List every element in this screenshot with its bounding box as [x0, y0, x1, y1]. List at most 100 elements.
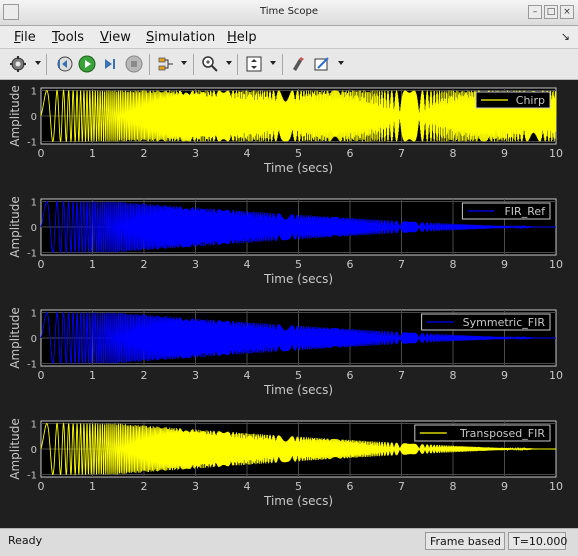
panel-1-xtick-label: 6	[347, 147, 354, 160]
toolbar	[0, 48, 578, 80]
frame-mode-cell: Frame based	[425, 532, 505, 550]
toolbar-separator	[237, 54, 238, 75]
close-icon[interactable]: ×	[560, 5, 574, 19]
panel-2-ytick-label: 1	[31, 198, 37, 209]
panel-3-xtick-label: 10	[549, 369, 563, 382]
panel-3-xtick-label: 8	[450, 369, 457, 382]
panel-3-xlabel: Time (secs)	[263, 383, 333, 397]
gear-icon[interactable]	[8, 54, 28, 74]
panel-2-xtick-label: 3	[192, 258, 199, 271]
panel-3-xtick-label: 4	[244, 369, 251, 382]
panel-2-ytick-label: 0	[31, 223, 37, 234]
status-bar: Ready Frame based T=10.000	[0, 528, 578, 556]
panel-4-ytick-label: 1	[31, 420, 37, 431]
panel-4-xtick-label: 10	[549, 480, 563, 493]
panel-3-ytick-label: 0	[31, 334, 37, 345]
chevron-down-icon[interactable]	[226, 61, 232, 65]
step-back-icon[interactable]	[54, 54, 74, 74]
toolbar-separator	[46, 54, 47, 75]
panel-1-xtick-label: 7	[398, 147, 405, 160]
panel-2-xtick-label: 8	[450, 258, 457, 271]
panel-1-ytick-label: 1	[31, 87, 37, 98]
window-title: Time Scope	[259, 6, 319, 17]
panel-1-ylabel: Amplitude	[8, 85, 22, 147]
panel-3-ylabel: Amplitude	[8, 307, 22, 369]
panel-1-ytick-label: -1	[27, 137, 37, 148]
panel-2-xtick-label: 10	[549, 258, 563, 271]
chevron-down-icon[interactable]	[338, 61, 344, 65]
panel-4-xlabel: Time (secs)	[263, 494, 333, 508]
menu-view[interactable]: View	[100, 30, 131, 45]
status-text: Ready	[8, 534, 43, 547]
panel-4-xtick-label: 5	[295, 480, 302, 493]
panel-4-ytick-label: 0	[31, 445, 37, 456]
panel-1-xtick-label: 5	[295, 147, 302, 160]
scope-plots: 0 1 2 3 4 5 6 7 8 9 10-101Time (secs)Amplitude Chir…	[8, 85, 563, 508]
chevron-down-icon[interactable]	[35, 61, 41, 65]
zoom-in-icon[interactable]	[200, 54, 220, 74]
panel-1-legend-label: Chirp	[516, 94, 545, 107]
menu-tools[interactable]: Tools	[52, 30, 84, 45]
chevron-down-icon[interactable]	[270, 61, 276, 65]
chevron-down-icon[interactable]	[181, 61, 187, 65]
panel-2-ytick-label: -1	[27, 248, 37, 259]
panel-2-xtick-label: 2	[141, 258, 148, 271]
autoscale-icon[interactable]	[244, 54, 264, 74]
panel-4-xtick-label: 8	[450, 480, 457, 493]
panel-1-xtick-label: 3	[192, 147, 199, 160]
sim-time-cell: T=10.000	[508, 532, 567, 550]
panel-1-xtick-label: 8	[450, 147, 457, 160]
run-icon[interactable]	[77, 54, 97, 74]
panel-3-xtick-label: 3	[192, 369, 199, 382]
panel-2-ylabel: Amplitude	[8, 196, 22, 258]
step-forward-icon[interactable]	[100, 54, 120, 74]
panel-4-xtick-label: 4	[244, 480, 251, 493]
title-bar[interactable]: Time Scope – □ ×	[0, 0, 578, 26]
dock-arrow-icon[interactable]: ↘	[561, 30, 570, 43]
toolbar-separator	[193, 54, 194, 75]
panel-2-xtick-label: 1	[89, 258, 96, 271]
panel-4-xtick-label: 6	[347, 480, 354, 493]
panel-4-ylabel: Amplitude	[8, 418, 22, 480]
panel-2-xtick-label: 7	[398, 258, 405, 271]
panel-3-xtick-label: 0	[38, 369, 45, 382]
minimize-icon[interactable]: –	[528, 5, 542, 19]
menu-bar: File Tools View Simulation Help ↘	[0, 26, 578, 48]
panel-1-xtick-label: 9	[501, 147, 508, 160]
panel-1-ytick-label: 0	[31, 112, 37, 123]
panel-2-xtick-label: 6	[347, 258, 354, 271]
measure-icon[interactable]	[312, 54, 332, 74]
panel-1-xtick-label: 10	[549, 147, 563, 160]
panel-3-xtick-label: 9	[501, 369, 508, 382]
panel-2-xtick-label: 0	[38, 258, 45, 271]
panel-2-xtick-label: 9	[501, 258, 508, 271]
panel-3-xtick-label: 6	[347, 369, 354, 382]
panel-4-xtick-label: 9	[501, 480, 508, 493]
panel-3-xtick-label: 5	[295, 369, 302, 382]
panel-1-xtick-label: 1	[89, 147, 96, 160]
style-icon[interactable]	[289, 54, 309, 74]
toolbar-separator	[149, 54, 150, 75]
panel-2-xtick-label: 5	[295, 258, 302, 271]
panel-1-xlabel: Time (secs)	[263, 161, 333, 175]
panel-4-xtick-label: 2	[141, 480, 148, 493]
panel-3-xtick-label: 7	[398, 369, 405, 382]
panel-4-xtick-label: 3	[192, 480, 199, 493]
menu-file[interactable]: File	[14, 30, 36, 45]
panel-4-xtick-label: 1	[89, 480, 96, 493]
menu-help[interactable]: Help	[227, 30, 257, 45]
toolbar-separator	[282, 54, 283, 75]
menu-simulation[interactable]: Simulation	[146, 30, 215, 45]
panel-1-xtick-label: 0	[38, 147, 45, 160]
panel-1-xtick-label: 4	[244, 147, 251, 160]
panel-3-ytick-label: 1	[31, 309, 37, 320]
panel-4-ytick-label: -1	[27, 470, 37, 481]
panel-3-legend-label: Symmetric_FIR	[463, 316, 546, 329]
panel-2-xlabel: Time (secs)	[263, 272, 333, 286]
panel-4-legend-label: Transposed_FIR	[459, 427, 545, 440]
stop-icon[interactable]	[124, 54, 144, 74]
maximize-icon[interactable]: □	[544, 5, 558, 19]
scope-display: 0 1 2 3 4 5 6 7 8 9 10 -1 0 1 Time (secs) Amplitude Chir…	[0, 80, 578, 528]
signal-select-icon[interactable]	[156, 54, 176, 74]
panel-3-xtick-label: 2	[141, 369, 148, 382]
